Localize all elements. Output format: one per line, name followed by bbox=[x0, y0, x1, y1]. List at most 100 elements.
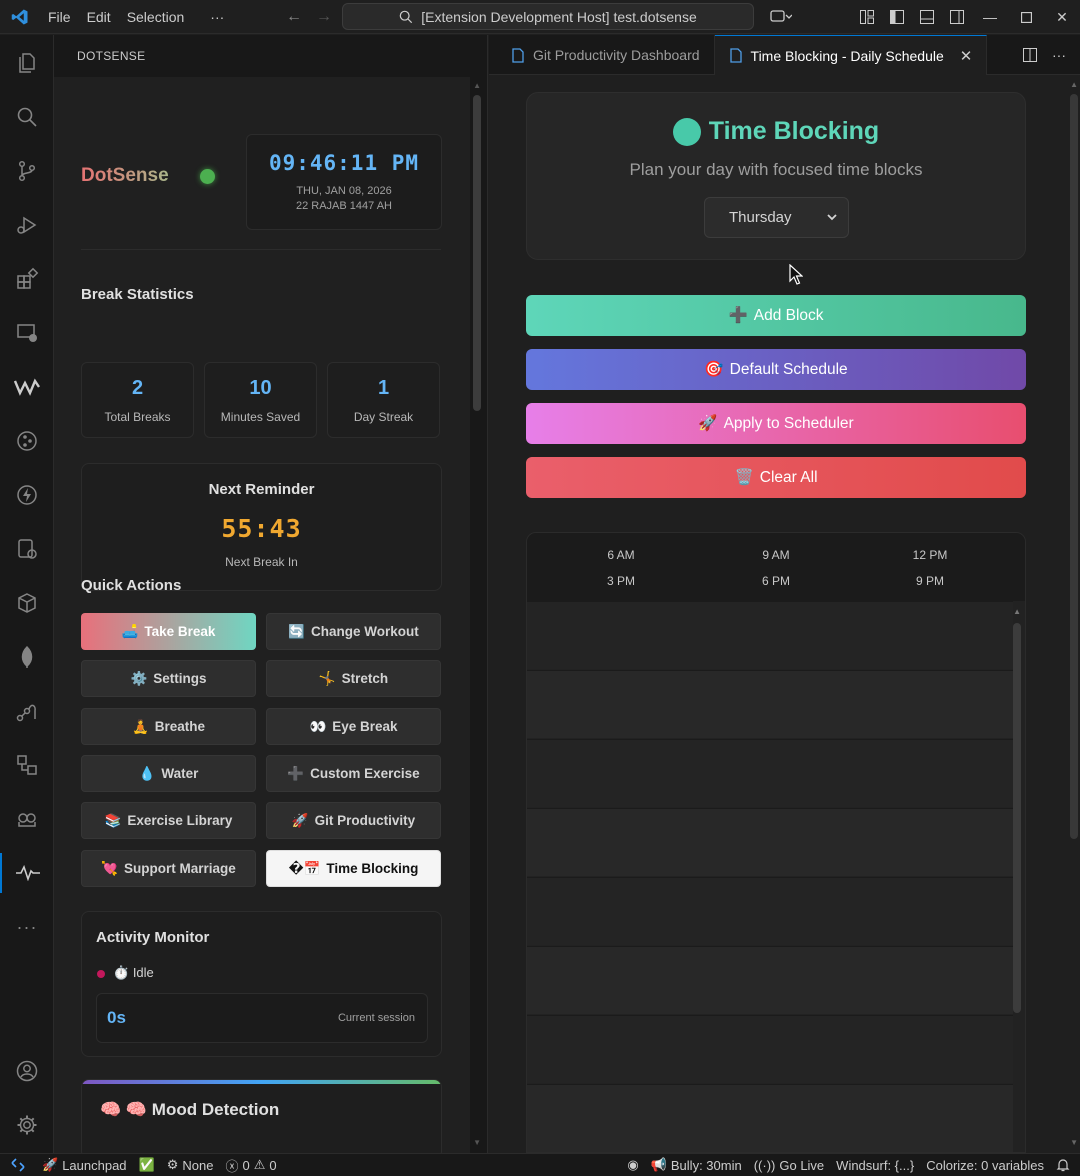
dotsense-pulse-icon[interactable] bbox=[0, 853, 54, 893]
stat-label: Day Streak bbox=[353, 410, 414, 424]
button-label: Custom Exercise bbox=[310, 766, 420, 781]
schedule-slot[interactable] bbox=[527, 946, 1013, 1014]
copilot-status[interactable]: ◉ bbox=[621, 1157, 644, 1173]
back-arrow-icon[interactable]: ← bbox=[278, 8, 310, 26]
editor-scroll-up-icon[interactable]: ▲ bbox=[1070, 80, 1078, 89]
notifications-bell-icon[interactable] bbox=[1050, 1158, 1080, 1172]
day-select[interactable]: Thursday bbox=[704, 197, 849, 238]
button-label: Change Workout bbox=[311, 624, 419, 639]
problems-status[interactable]: ⓧ 0 ⚠ 0 bbox=[219, 1156, 282, 1175]
schedule-slot[interactable] bbox=[527, 1015, 1013, 1083]
customize-layout-icon[interactable] bbox=[852, 0, 882, 34]
command-center[interactable]: [Extension Development Host] test.dotsen… bbox=[342, 3, 754, 30]
colorize-status[interactable]: Colorize: 0 variables bbox=[920, 1158, 1050, 1173]
git-graph-icon[interactable] bbox=[0, 421, 54, 461]
copilot-chat-icon[interactable] bbox=[766, 0, 796, 34]
schedule-slot[interactable] bbox=[527, 877, 1013, 945]
rocket-icon: 🚀 bbox=[698, 415, 718, 432]
tab-label: Git Productivity Dashboard bbox=[533, 47, 700, 63]
schedule-scroll-up-icon[interactable]: ▲ bbox=[1013, 607, 1021, 616]
stretch-button[interactable]: 🤸 Stretch bbox=[266, 660, 441, 697]
schedule-slot[interactable] bbox=[527, 670, 1013, 738]
reminder-title: Next Reminder bbox=[208, 481, 315, 498]
maximize-icon[interactable] bbox=[1008, 0, 1044, 34]
toggle-secondary-sidebar-icon[interactable] bbox=[942, 0, 972, 34]
editor-scrollbar[interactable] bbox=[1070, 94, 1078, 839]
error-icon: ⓧ bbox=[225, 1158, 239, 1174]
time-blocking-button[interactable]: �📅 Time Blocking bbox=[266, 850, 441, 887]
add-block-button[interactable]: ➕ Add Block bbox=[526, 295, 1026, 336]
remote-explorer-icon[interactable] bbox=[0, 313, 54, 353]
water-button[interactable]: 💧 Water bbox=[81, 755, 256, 792]
sidebar-scrollbar[interactable] bbox=[473, 95, 481, 411]
go-live-status[interactable]: ((·)) Go Live bbox=[748, 1158, 830, 1173]
more-views-icon[interactable]: ··· bbox=[0, 907, 54, 947]
copilot-icon[interactable] bbox=[0, 799, 54, 839]
leaf-icon[interactable] bbox=[0, 637, 54, 677]
title-bar: File Edit Selection ··· ← → [Extension D… bbox=[0, 0, 1080, 34]
eye-break-button[interactable]: 👀 Eye Break bbox=[266, 708, 441, 745]
package-icon[interactable] bbox=[0, 583, 54, 623]
activity-monitor-card: Activity Monitor ⏱️ Idle 0s Current sess… bbox=[81, 911, 442, 1057]
daily-schedule-grid: 6 AM 9 AM 12 PM 3 PM 6 PM 9 PM ▲ bbox=[526, 532, 1026, 1153]
windsurf-icon[interactable] bbox=[0, 367, 54, 407]
launchpad-status[interactable]: 🚀 Launchpad bbox=[36, 1157, 133, 1173]
remote-indicator-icon[interactable] bbox=[0, 1154, 36, 1176]
run-debug-icon[interactable] bbox=[0, 205, 54, 245]
manage-gear-icon[interactable] bbox=[0, 1105, 54, 1145]
schedule-slot[interactable] bbox=[527, 601, 1013, 669]
pipeline-icon[interactable] bbox=[0, 691, 54, 731]
schedule-slot[interactable] bbox=[527, 739, 1013, 807]
bully-status[interactable]: 📢 Bully: 30min bbox=[645, 1157, 748, 1173]
vscode-logo-icon[interactable] bbox=[0, 0, 40, 34]
schedule-slot[interactable] bbox=[527, 1084, 1013, 1152]
menu-file[interactable]: File bbox=[40, 9, 79, 25]
command-center-text: [Extension Development Host] test.dotsen… bbox=[421, 8, 697, 25]
tab-time-blocking[interactable]: Time Blocking - Daily Schedule ✕ bbox=[714, 35, 988, 75]
menu-more[interactable]: ··· bbox=[202, 9, 232, 25]
containers-icon[interactable] bbox=[0, 745, 54, 785]
support-marriage-button[interactable]: 💘 Support Marriage bbox=[81, 850, 256, 887]
account-icon[interactable] bbox=[0, 1051, 54, 1091]
schedule-scrollbar[interactable] bbox=[1013, 623, 1021, 1013]
take-break-button[interactable]: 🛋️ Take Break bbox=[81, 613, 256, 650]
close-tab-icon[interactable]: ✕ bbox=[960, 47, 973, 65]
warning-count: 0 bbox=[269, 1157, 277, 1173]
schedule-slot[interactable] bbox=[527, 808, 1013, 876]
clear-all-button[interactable]: 🗑️ Clear All bbox=[526, 457, 1026, 498]
lightning-icon[interactable] bbox=[0, 475, 54, 515]
minimize-icon[interactable]: — bbox=[972, 0, 1008, 34]
breathe-button[interactable]: 🧘 Breathe bbox=[81, 708, 256, 745]
git-productivity-button[interactable]: 🚀 Git Productivity bbox=[266, 802, 441, 839]
windsurf-status[interactable]: Windsurf: {...} bbox=[830, 1158, 920, 1173]
toggle-primary-sidebar-icon[interactable] bbox=[882, 0, 912, 34]
extensions-icon[interactable] bbox=[0, 259, 54, 299]
change-workout-button[interactable]: 🔄 Change Workout bbox=[266, 613, 441, 650]
menu-selection[interactable]: Selection bbox=[119, 9, 193, 25]
default-schedule-button[interactable]: 🎯 Default Schedule bbox=[526, 349, 1026, 390]
menu-edit[interactable]: Edit bbox=[79, 9, 119, 25]
sidebar-scroll-up-icon[interactable]: ▲ bbox=[473, 81, 481, 90]
gear-icon: ⚙️ bbox=[130, 670, 148, 686]
profile-status[interactable]: ⚙ None bbox=[161, 1157, 220, 1173]
split-editor-icon[interactable] bbox=[1022, 47, 1038, 63]
close-window-icon[interactable]: ✕ bbox=[1044, 0, 1080, 34]
editor-scroll-down-icon[interactable]: ▼ bbox=[1070, 1138, 1078, 1147]
explorer-icon[interactable] bbox=[0, 43, 54, 83]
search-view-icon[interactable] bbox=[0, 97, 54, 137]
toggle-panel-icon[interactable] bbox=[912, 0, 942, 34]
forward-arrow-icon[interactable]: → bbox=[308, 8, 340, 26]
brand-name: DotSense bbox=[81, 165, 169, 186]
custom-exercise-button[interactable]: ➕ Custom Exercise bbox=[266, 755, 441, 792]
tab-git-productivity[interactable]: Git Productivity Dashboard bbox=[489, 35, 715, 75]
apply-to-scheduler-button[interactable]: 🚀 Apply to Scheduler bbox=[526, 403, 1026, 444]
check-status[interactable]: ✅ bbox=[133, 1157, 161, 1173]
source-control-icon[interactable] bbox=[0, 151, 54, 191]
sidebar-scroll-down-icon[interactable]: ▼ bbox=[473, 1138, 481, 1147]
time-blocking-header-card: Time Blocking Plan your day with focused… bbox=[526, 92, 1026, 260]
settings-sync-icon[interactable] bbox=[0, 529, 54, 569]
settings-button[interactable]: ⚙️ Settings bbox=[81, 660, 256, 697]
stat-value: 1 bbox=[377, 377, 390, 399]
more-actions-icon[interactable]: ··· bbox=[1052, 47, 1066, 63]
exercise-library-button[interactable]: 📚 Exercise Library bbox=[81, 802, 256, 839]
